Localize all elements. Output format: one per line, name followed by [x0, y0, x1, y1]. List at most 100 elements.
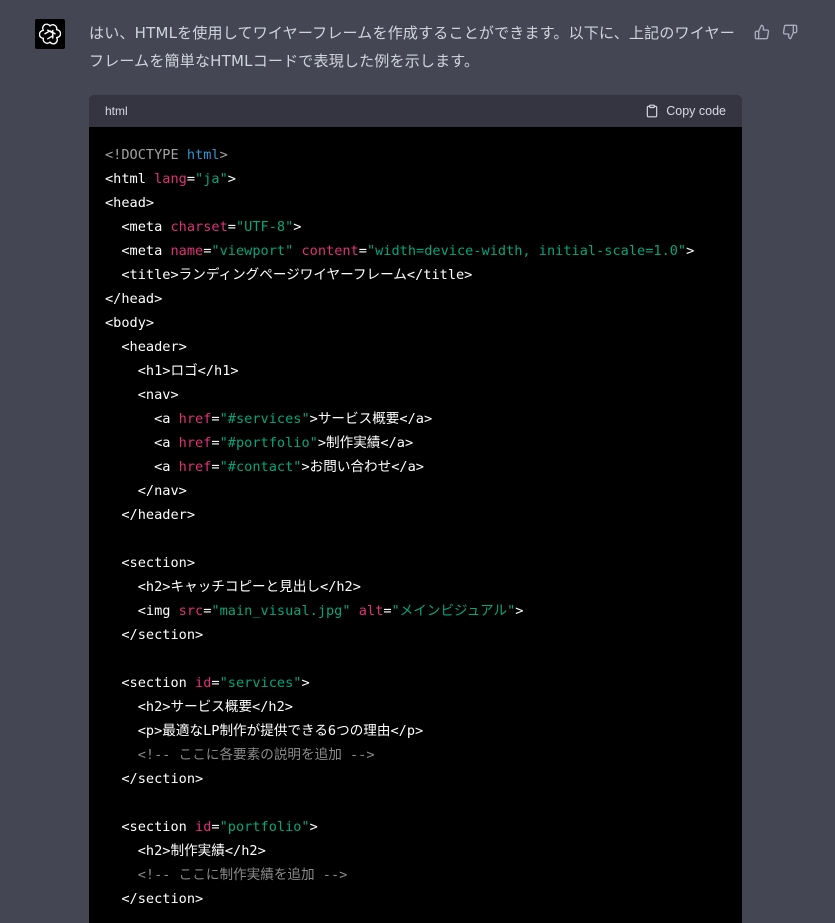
code-token: src — [178, 603, 204, 619]
code-token: >お問い合わせ</a> — [301, 459, 424, 475]
code-token: > — [301, 675, 310, 691]
code-token: alt — [358, 603, 384, 619]
copy-code-label: Copy code — [666, 104, 726, 118]
code-token: <a — [105, 459, 179, 475]
code-token: <html — [105, 171, 155, 187]
code-token: <a — [105, 411, 179, 427]
code-token: href — [178, 435, 212, 451]
code-token: > — [227, 171, 236, 187]
copy-code-button[interactable]: Copy code — [645, 104, 726, 118]
code-token: <section> — [105, 555, 196, 571]
code-token: >制作実績</a> — [317, 435, 414, 451]
code-line: <!-- ここに制作実績を追加 --> — [105, 863, 726, 887]
code-line: <section> — [105, 551, 726, 575]
thumbs-down-icon — [782, 24, 798, 40]
thumbs-up-button[interactable] — [752, 22, 772, 42]
code-line: <h1>ロゴ</h1> — [105, 359, 726, 383]
code-token: = — [211, 435, 220, 451]
code-token: lang — [154, 171, 187, 187]
code-token: </header> — [105, 507, 196, 523]
code-line: </section> — [105, 623, 726, 647]
code-line: <body> — [105, 311, 726, 335]
code-token: = — [227, 219, 236, 235]
code-line: <title>ランディングページワイヤーフレーム</title> — [105, 263, 726, 287]
code-token: > — [515, 603, 524, 619]
code-token: "width=device-width, initial-scale=1.0" — [366, 243, 687, 259]
code-token: <!-- ここに各要素の説明を追加 --> — [105, 747, 375, 763]
code-token: > — [293, 219, 302, 235]
assistant-message-text: はい、HTMLを使用してワイヤーフレームを作成することができます。以下に、上記の… — [89, 24, 735, 70]
code-line: <h2>サービス概要</h2> — [105, 695, 726, 719]
code-token: content — [301, 243, 359, 259]
code-line: <meta name="viewport" content="width=dev… — [105, 239, 726, 263]
code-token: "viewport" — [211, 243, 294, 259]
code-block-header: html Copy code — [89, 95, 742, 127]
code-block: html Copy code <!DOCTYPE html> <html lang… — [89, 95, 742, 923]
code-token: "#services" — [219, 411, 310, 427]
code-token: "ja" — [195, 171, 228, 187]
code-token: "メインビジュアル" — [391, 603, 516, 619]
code-line: </head> — [105, 287, 726, 311]
code-token: </nav> — [105, 483, 187, 499]
code-token: <title>ランディングページワイヤーフレーム</title> — [105, 267, 473, 283]
code-token: = — [211, 411, 220, 427]
code-line: <a href="#portfolio">制作実績</a> — [105, 431, 726, 455]
code-token: </head> — [105, 291, 163, 307]
code-token: = — [383, 603, 392, 619]
code-token: <h2>キャッチコピーと見出し</h2> — [105, 579, 361, 595]
code-token: <!DOCTYPE — [105, 147, 187, 163]
code-line: <p>最適なLP制作が提供できる6つの理由</p> — [105, 719, 726, 743]
code-line: <img src="main_visual.jpg" alt="メインビジュアル… — [105, 599, 726, 623]
code-token: href — [178, 411, 212, 427]
code-token: id — [195, 675, 212, 691]
code-token: <head> — [105, 195, 155, 211]
code-token: "#contact" — [219, 459, 302, 475]
code-token: <!-- ここに制作実績を追加 --> — [105, 867, 348, 883]
code-token: href — [178, 459, 212, 475]
code-token: <body> — [105, 315, 155, 331]
code-line: <h2>キャッチコピーと見出し</h2> — [105, 575, 726, 599]
code-token: >サービス概要</a> — [309, 411, 433, 427]
code-line: <!-- ここに各要素の説明を追加 --> — [105, 743, 726, 767]
code-token: <h2>サービス概要</h2> — [105, 699, 293, 715]
code-token: <img — [105, 603, 179, 619]
code-language-label: html — [105, 104, 128, 118]
code-content[interactable]: <!DOCTYPE html> <html lang="ja"> <head> <m… — [89, 127, 742, 923]
code-line: </section> — [105, 767, 726, 791]
code-token: <nav> — [105, 387, 179, 403]
openai-logo-icon — [39, 23, 61, 45]
code-token: <section — [105, 675, 196, 691]
code-token: <h1>ロゴ</h1> — [105, 363, 239, 379]
code-token: <header> — [105, 339, 187, 355]
code-token: = — [358, 243, 367, 259]
code-token: <a — [105, 435, 179, 451]
code-token: name — [170, 243, 204, 259]
code-line: </header> — [105, 503, 726, 527]
code-token: = — [211, 819, 220, 835]
code-line: <head> — [105, 191, 726, 215]
thumbs-down-button[interactable] — [780, 22, 800, 42]
code-token: "main_visual.jpg" — [211, 603, 351, 619]
code-token: "portfolio" — [219, 819, 310, 835]
code-token: </section> — [105, 627, 204, 643]
code-token: charset — [170, 219, 228, 235]
code-token: id — [195, 819, 212, 835]
code-token: <meta — [105, 243, 171, 259]
code-line: <section id="services"> — [105, 671, 726, 695]
code-token: <section — [105, 819, 196, 835]
code-token: > — [219, 147, 228, 163]
code-token: </section> — [105, 771, 204, 787]
code-token: "UTF-8" — [235, 219, 294, 235]
code-token: = — [186, 171, 196, 187]
code-token: <p>最適なLP制作が提供できる6つの理由</p> — [105, 723, 424, 739]
code-line: <a href="#services">サービス概要</a> — [105, 407, 726, 431]
code-line: <nav> — [105, 383, 726, 407]
code-line: <a href="#contact">お問い合わせ</a> — [105, 455, 726, 479]
code-token: html — [186, 147, 220, 163]
code-token: "#portfolio" — [219, 435, 318, 451]
code-token: = — [211, 675, 220, 691]
chat-message-row: はい、HTMLを使用してワイヤーフレームを作成することができます。以下に、上記の… — [0, 0, 835, 923]
code-line: </section> — [105, 887, 726, 911]
